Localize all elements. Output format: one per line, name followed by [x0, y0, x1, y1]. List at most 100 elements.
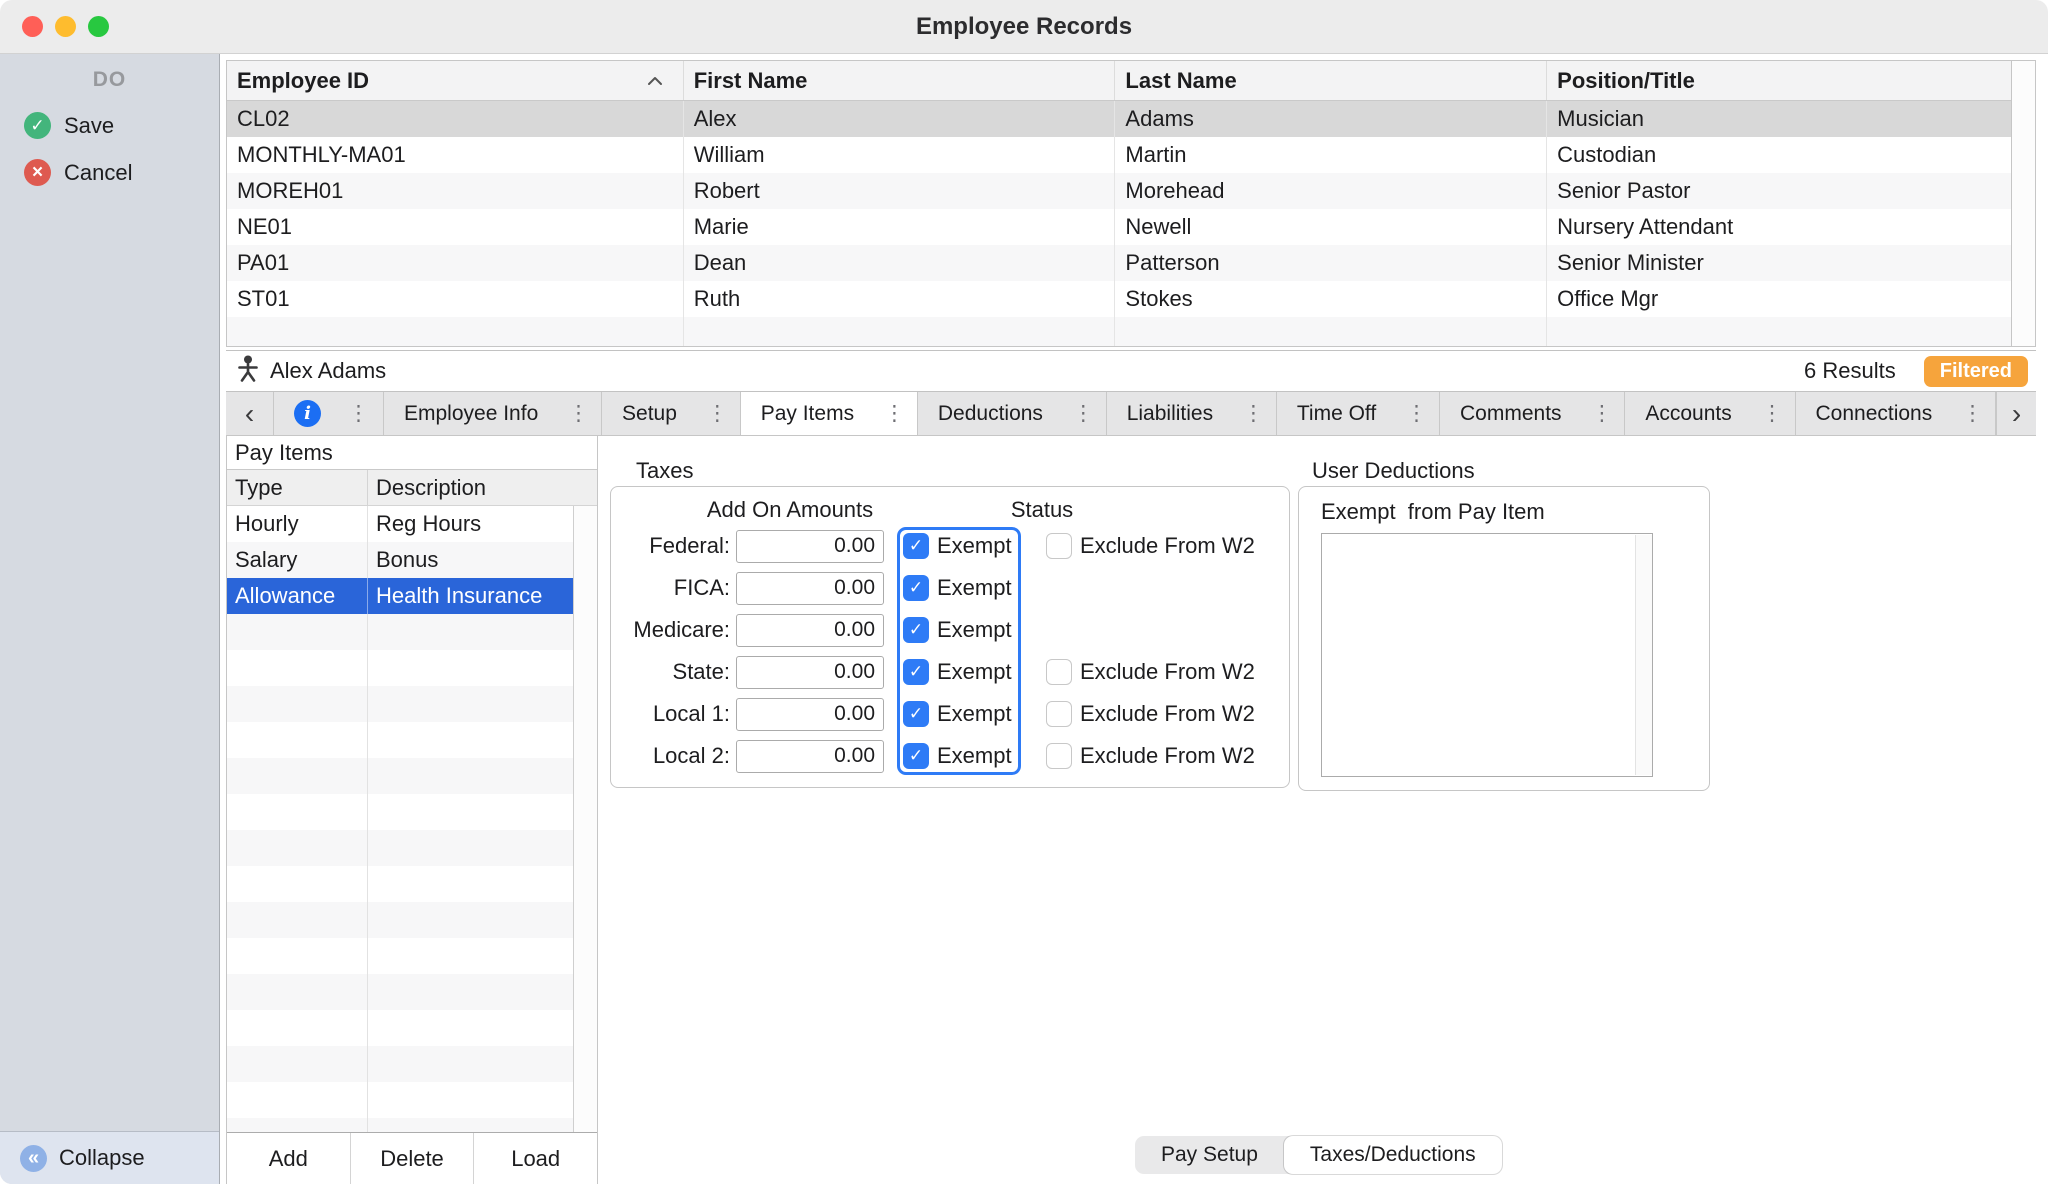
tax-row: Local 1: ✓ Exempt Exclude From W2 [611, 693, 1289, 735]
tab-bar: ‹ i ⋮ Employee Info ⋮ Setup ⋮ Pay Items ⋮ Dedu… [226, 392, 2036, 436]
employee-cell: Newell [1115, 209, 1548, 245]
employee-row[interactable]: NE01 Marie Newell Nursery Attendant [227, 209, 2011, 245]
pay-item-row[interactable]: Hourly Reg Hours [227, 506, 573, 542]
tax-addon-amount-input[interactable] [736, 613, 884, 647]
exempt-checkbox-group[interactable]: ✓ Exempt [903, 617, 1023, 643]
tab-info[interactable]: i ⋮ [274, 392, 384, 435]
tabs-scroll-right-button[interactable]: › [1996, 392, 2036, 435]
pay-item-row[interactable]: Salary Bonus [227, 542, 573, 578]
pay-item-row-empty [227, 1010, 573, 1046]
kebab-icon[interactable]: ⋮ [1762, 401, 1783, 426]
pay-items-scrollbar[interactable] [573, 506, 597, 1132]
kebab-icon[interactable]: ⋮ [1406, 401, 1427, 426]
employee-row[interactable]: MONTHLY-MA01 William Martin Custodian [227, 137, 2011, 173]
exclude-w2-checkbox-group[interactable]: Exclude From W2 [1046, 701, 1255, 727]
column-header-position-title[interactable]: Position/Title [1547, 61, 2011, 100]
column-header-employee-id[interactable]: Employee ID [227, 61, 684, 100]
employee-cell: MOREH01 [227, 173, 684, 209]
exempt-checkbox[interactable]: ✓ [903, 659, 929, 685]
person-icon [238, 355, 258, 387]
pay-item-cell-empty [227, 614, 368, 650]
exclude-w2-checkbox[interactable] [1046, 701, 1072, 727]
minimize-window-button[interactable] [55, 16, 76, 37]
pay-item-row[interactable]: Allowance Health Insurance [227, 578, 573, 614]
employee-row[interactable]: ST01 Ruth Stokes Office Mgr [227, 281, 2011, 317]
tab-liabilities[interactable]: Liabilities ⋮ [1107, 392, 1277, 435]
employee-row[interactable]: PA01 Dean Patterson Senior Minister [227, 245, 2011, 281]
tab-time-off[interactable]: Time Off ⋮ [1277, 392, 1441, 435]
exclude-w2-checkbox[interactable] [1046, 743, 1072, 769]
employee-cell: Stokes [1115, 281, 1548, 317]
exclude-w2-label: Exclude From W2 [1080, 701, 1255, 726]
zoom-window-button[interactable] [88, 16, 109, 37]
add-button[interactable]: Add [227, 1133, 351, 1184]
exclude-w2-checkbox[interactable] [1046, 659, 1072, 685]
pay-item-cell-empty [368, 974, 573, 1010]
exclude-w2-checkbox-group[interactable]: Exclude From W2 [1046, 743, 1255, 769]
exempt-checkbox[interactable]: ✓ [903, 617, 929, 643]
exempt-checkbox-group[interactable]: ✓ Exempt [903, 575, 1023, 601]
column-header-first-name[interactable]: First Name [684, 61, 1116, 100]
tab-label: Deductions [937, 401, 1043, 425]
employee-table-scrollbar[interactable] [2011, 61, 2035, 346]
tab-deductions[interactable]: Deductions ⋮ [918, 392, 1107, 435]
exempt-checkbox-group[interactable]: ✓ Exempt [903, 701, 1023, 727]
tab-setup[interactable]: Setup ⋮ [602, 392, 741, 435]
exclude-w2-checkbox[interactable] [1046, 533, 1072, 559]
tax-addon-amount-input[interactable] [736, 739, 884, 773]
employee-cell: Robert [684, 173, 1116, 209]
pay-item-row-empty [227, 1046, 573, 1082]
exempt-checkbox[interactable]: ✓ [903, 743, 929, 769]
exempt-checkbox-group[interactable]: ✓ Exempt [903, 659, 1023, 685]
bottom-tab-pay-setup[interactable]: Pay Setup [1135, 1136, 1284, 1174]
delete-button[interactable]: Delete [351, 1133, 475, 1184]
kebab-icon[interactable]: ⋮ [1073, 401, 1094, 426]
tax-addon-amount-input[interactable] [736, 571, 884, 605]
tax-addon-amount-input[interactable] [736, 697, 884, 731]
pay-items-column-headers: Type Description [227, 470, 597, 506]
employee-cell: William [684, 137, 1116, 173]
kebab-icon[interactable]: ⋮ [1962, 401, 1983, 426]
list-scrollbar[interactable] [1635, 535, 1652, 775]
kebab-icon[interactable]: ⋮ [568, 401, 589, 426]
taxes-headers: Add On Amounts Status [611, 491, 1289, 525]
close-window-button[interactable] [22, 16, 43, 37]
employee-table: Employee ID First Name Last Name Position/T… [226, 60, 2036, 347]
filtered-badge[interactable]: Filtered [1923, 355, 2028, 387]
pay-item-type: Allowance [227, 578, 368, 614]
column-header-label: Employee ID [237, 67, 370, 93]
tab-connections[interactable]: Connections ⋮ [1796, 392, 1997, 435]
tax-addon-amount-input[interactable] [736, 655, 884, 689]
kebab-icon[interactable]: ⋮ [884, 401, 905, 426]
exclude-w2-checkbox-group[interactable]: Exclude From W2 [1046, 533, 1255, 559]
pay-item-cell-empty [368, 938, 573, 974]
kebab-icon[interactable]: ⋮ [707, 401, 728, 426]
x-circle-icon: × [24, 159, 51, 186]
tax-label: FICA: [673, 575, 730, 600]
save-button[interactable]: ✓ Save [0, 102, 219, 149]
exempt-checkbox-group[interactable]: ✓ Exempt [903, 533, 1023, 559]
kebab-icon[interactable]: ⋮ [348, 401, 369, 426]
exempt-checkbox[interactable]: ✓ [903, 701, 929, 727]
exempt-checkbox-group[interactable]: ✓ Exempt [903, 743, 1023, 769]
exempt-checkbox[interactable]: ✓ [903, 575, 929, 601]
exclude-w2-checkbox-group[interactable]: Exclude From W2 [1046, 659, 1255, 685]
tab-comments[interactable]: Comments ⋮ [1440, 392, 1626, 435]
tax-addon-amount-input[interactable] [736, 529, 884, 563]
kebab-icon[interactable]: ⋮ [1591, 401, 1612, 426]
tab-employee-info[interactable]: Employee Info ⋮ [384, 392, 603, 435]
pay-item-cell-empty [368, 650, 573, 686]
exempt-from-pay-item-list[interactable] [1321, 533, 1653, 777]
kebab-icon[interactable]: ⋮ [1243, 401, 1264, 426]
tabs-scroll-left-button[interactable]: ‹ [226, 392, 274, 435]
load-button[interactable]: Load [474, 1133, 597, 1184]
employee-row[interactable]: MOREH01 Robert Morehead Senior Pastor [227, 173, 2011, 209]
cancel-button[interactable]: × Cancel [0, 149, 219, 196]
tab-pay-items[interactable]: Pay Items ⋮ [740, 392, 918, 435]
tab-accounts[interactable]: Accounts ⋮ [1625, 392, 1796, 435]
collapse-button[interactable]: « Collapse [0, 1131, 219, 1184]
employee-row[interactable]: CL02 Alex Adams Musician [227, 101, 2011, 137]
exempt-checkbox[interactable]: ✓ [903, 533, 929, 559]
bottom-tab-taxes-deductions[interactable]: Taxes/Deductions [1283, 1136, 1502, 1174]
column-header-last-name[interactable]: Last Name [1115, 61, 1548, 100]
